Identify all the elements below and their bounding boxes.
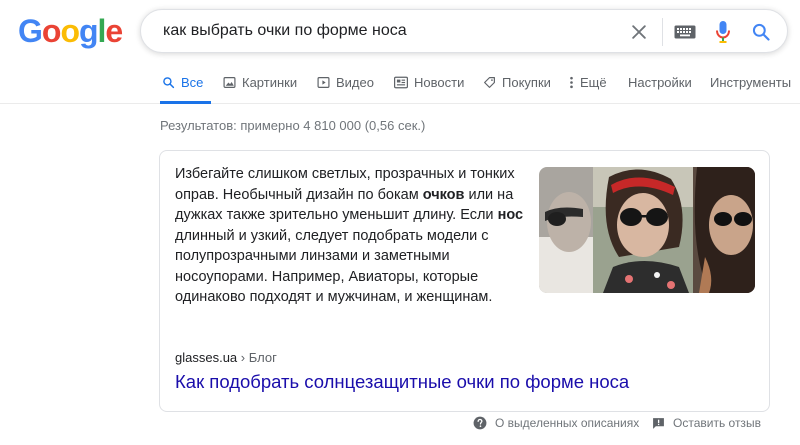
snippet-text-part: длинный и узкий, следует подобрать модел… [175,227,493,306]
tab-label: Все [181,75,204,90]
close-icon[interactable] [629,22,649,42]
breadcrumb: Блог [248,350,277,365]
tab-settings[interactable]: Настройки [628,62,692,103]
footer-link-label: Оставить отзыв [673,416,761,430]
logo-letter: o [41,13,62,49]
logo-letter: o [60,13,80,49]
snippet-text: Избегайте слишком светлых, прозрачных и … [175,164,525,308]
snippet-highlight: очков [422,186,465,203]
search-icon[interactable] [751,22,771,42]
google-logo[interactable]: Google [18,13,123,49]
search-box-divider [662,18,663,46]
search-input[interactable] [161,18,601,44]
featured-snippet: Избегайте слишком светлых, прозрачных и … [159,150,770,412]
result-stats: Результатов: примерно 4 810 000 (0,56 се… [160,118,426,133]
snippet-thumbnail[interactable] [539,167,755,293]
result-title-link[interactable]: Как подобрать солнцезащитные очки по фор… [175,371,629,393]
search-icon [163,77,175,89]
tab-tools[interactable]: Инструменты [710,62,791,103]
tab-video[interactable]: Видео [317,62,374,103]
tab-label: Картинки [242,75,298,90]
logo-letter: G [18,13,43,49]
logo-letter: l [97,13,107,49]
tab-news[interactable]: Новости [394,62,464,103]
help-icon [473,416,487,430]
footer-link-label: О выделенных описаниях [495,416,640,430]
source-site: glasses.ua [175,350,238,365]
tag-icon [484,77,495,88]
logo-letter: e [105,13,123,49]
tab-all[interactable]: Все [160,62,211,104]
image-icon [223,77,236,88]
keyboard-icon[interactable] [674,24,696,40]
tab-more[interactable]: Ещё [569,62,607,103]
logo-letter: g [78,13,99,49]
news-icon [394,76,408,89]
tab-label: Ещё [580,75,607,90]
search-tabs: Все Картинки Видео Новости Покупки Ещё Н… [0,62,800,104]
tab-images[interactable]: Картинки [223,62,297,103]
feedback-link[interactable]: Оставить отзыв [652,416,761,430]
more-vert-icon [570,76,573,89]
snippet-highlight: нос [497,207,524,223]
tab-label: Покупки [502,75,551,90]
tab-label: Настройки [628,75,692,90]
tab-shopping[interactable]: Покупки [483,62,551,103]
about-featured-snippets-link[interactable]: О выделенных описаниях [473,416,639,430]
tab-label: Новости [414,75,465,90]
snippet-source: glasses.ua › Блог [175,350,277,365]
search-box [140,9,788,53]
tab-label: Инструменты [710,75,792,90]
breadcrumb-separator: › [237,350,249,365]
mic-icon[interactable] [715,20,731,44]
video-icon [317,77,330,88]
feedback-icon [653,417,664,429]
tab-label: Видео [336,75,374,90]
